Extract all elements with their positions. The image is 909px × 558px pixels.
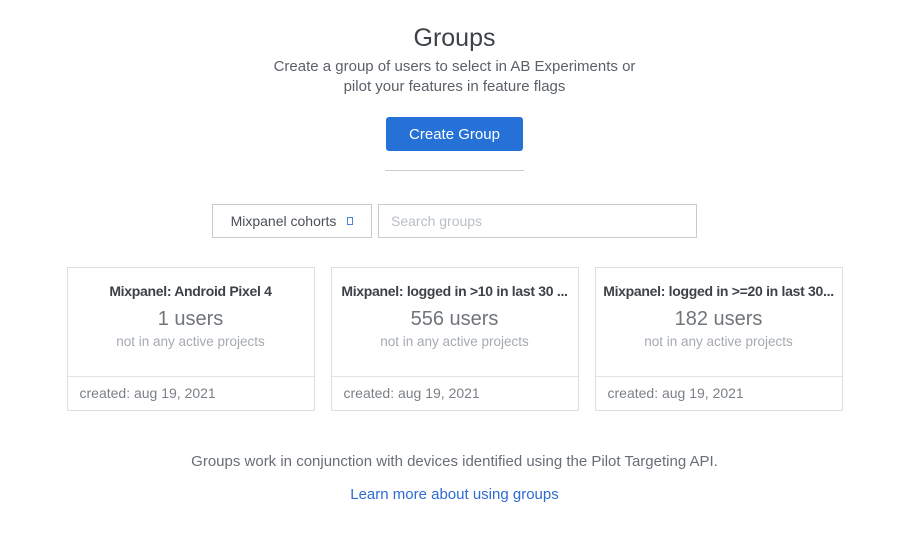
group-status: not in any active projects: [68, 334, 314, 350]
create-group-button[interactable]: Create Group: [386, 117, 523, 151]
group-user-count: 556 users: [332, 308, 578, 331]
dropdown-indicator-icon: [347, 217, 353, 225]
cohort-source-dropdown[interactable]: Mixpanel cohorts: [212, 204, 372, 238]
learn-more-link[interactable]: Learn more about using groups: [0, 485, 909, 504]
groups-page: Groups Create a group of users to select…: [0, 0, 909, 558]
search-groups-input[interactable]: [378, 204, 697, 238]
group-status: not in any active projects: [596, 334, 842, 350]
group-name: Mixpanel: Android Pixel 4: [68, 283, 314, 300]
controls-row: Mixpanel cohorts: [0, 204, 909, 238]
page-title: Groups: [0, 24, 909, 52]
group-created-date: created: aug 19, 2021: [596, 376, 842, 410]
group-card-body: Mixpanel: logged in >=20 in last 30... 1…: [596, 268, 842, 376]
group-created-date: created: aug 19, 2021: [332, 376, 578, 410]
group-card-body: Mixpanel: Android Pixel 4 1 users not in…: [68, 268, 314, 376]
group-cards-row: Mixpanel: Android Pixel 4 1 users not in…: [0, 267, 909, 411]
cohort-source-value: Mixpanel cohorts: [231, 213, 337, 229]
group-created-date: created: aug 19, 2021: [68, 376, 314, 410]
footer-note: Groups work in conjunction with devices …: [0, 452, 909, 471]
group-status: not in any active projects: [332, 334, 578, 350]
group-card[interactable]: Mixpanel: Android Pixel 4 1 users not in…: [67, 267, 315, 411]
page-header: Groups Create a group of users to select…: [0, 0, 909, 171]
group-user-count: 1 users: [68, 308, 314, 331]
header-divider: [385, 170, 524, 171]
group-name: Mixpanel: logged in >=20 in last 30...: [596, 283, 842, 300]
group-card[interactable]: Mixpanel: logged in >=20 in last 30... 1…: [595, 267, 843, 411]
page-subtitle-line-1: Create a group of users to select in AB …: [0, 57, 909, 77]
group-card-body: Mixpanel: logged in >10 in last 30 ... 5…: [332, 268, 578, 376]
group-card[interactable]: Mixpanel: logged in >10 in last 30 ... 5…: [331, 267, 579, 411]
page-subtitle-line-2: pilot your features in feature flags: [0, 77, 909, 97]
group-name: Mixpanel: logged in >10 in last 30 ...: [332, 283, 578, 300]
group-user-count: 182 users: [596, 308, 842, 331]
